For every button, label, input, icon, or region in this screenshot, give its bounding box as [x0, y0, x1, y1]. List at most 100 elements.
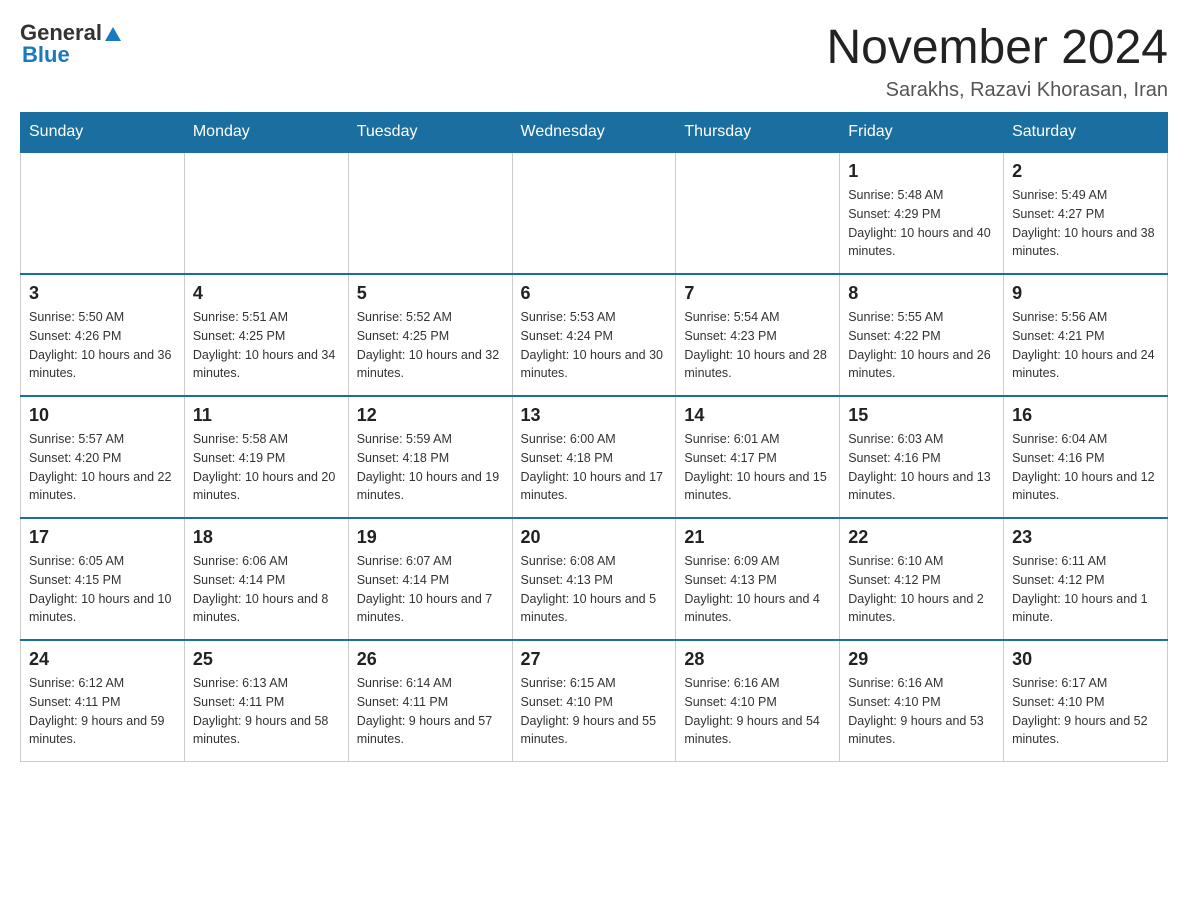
calendar-cell: 17 Sunrise: 6:05 AMSunset: 4:15 PMDayligh… — [21, 518, 185, 640]
day-info: Sunrise: 5:59 AMSunset: 4:18 PMDaylight:… — [357, 430, 504, 505]
day-info: Sunrise: 6:12 AMSunset: 4:11 PMDaylight:… — [29, 674, 176, 749]
day-info: Sunrise: 6:04 AMSunset: 4:16 PMDaylight:… — [1012, 430, 1159, 505]
calendar-cell: 30Sunrise: 6:17 AMSunset: 4:10 PMDayligh… — [1004, 640, 1168, 762]
calendar-cell: 19Sunrise: 6:07 AMSunset: 4:14 PMDayligh… — [348, 518, 512, 640]
day-number: 13 — [521, 405, 668, 426]
day-info: Sunrise: 6:14 AMSunset: 4:11 PMDaylight:… — [357, 674, 504, 749]
calendar-cell: 29 Sunrise: 6:16 AMSunset: 4:10 PMDayligh… — [840, 640, 1004, 762]
day-info: Sunrise: 6:10 AMSunset: 4:12 PMDaylight:… — [848, 552, 995, 627]
calendar-cell: 23Sunrise: 6:11 AMSunset: 4:12 PMDayligh… — [1004, 518, 1168, 640]
calendar-cell — [512, 152, 676, 274]
day-info: Sunrise: 6:13 AMSunset: 4:11 PMDaylight:… — [193, 674, 340, 749]
calendar-cell: 25 Sunrise: 6:13 AMSunset: 4:11 PMDayligh… — [184, 640, 348, 762]
calendar-cell — [348, 152, 512, 274]
day-number: 6 — [521, 283, 668, 304]
calendar-cell: 12Sunrise: 5:59 AMSunset: 4:18 PMDayligh… — [348, 396, 512, 518]
day-info: Sunrise: 5:52 AMSunset: 4:25 PMDaylight:… — [357, 308, 504, 383]
day-header-thursday: Thursday — [676, 113, 840, 153]
day-number: 10 — [29, 405, 176, 426]
day-header-sunday: Sunday — [21, 113, 185, 153]
day-number: 24 — [29, 649, 176, 670]
calendar-cell — [676, 152, 840, 274]
day-info: Sunrise: 5:57 AMSunset: 4:20 PMDaylight:… — [29, 430, 176, 505]
calendar-cell: 3 Sunrise: 5:50 AMSunset: 4:26 PMDaylight… — [21, 274, 185, 396]
day-info: Sunrise: 5:48 AMSunset: 4:29 PMDaylight:… — [848, 186, 995, 261]
page-header: General Blue November 2024 Sarakhs, Raza… — [20, 20, 1168, 102]
logo-blue: Blue — [20, 42, 70, 68]
day-info: Sunrise: 6:16 AMSunset: 4:10 PMDaylight:… — [848, 674, 995, 749]
calendar-week-row: 3 Sunrise: 5:50 AMSunset: 4:26 PMDaylight… — [21, 274, 1168, 396]
calendar-week-row: 1Sunrise: 5:48 AMSunset: 4:29 PMDaylight… — [21, 152, 1168, 274]
day-info: Sunrise: 6:09 AMSunset: 4:13 PMDaylight:… — [684, 552, 831, 627]
calendar-cell: 16 Sunrise: 6:04 AMSunset: 4:16 PMDayligh… — [1004, 396, 1168, 518]
day-info: Sunrise: 5:50 AMSunset: 4:26 PMDaylight:… — [29, 308, 176, 383]
calendar-cell — [184, 152, 348, 274]
day-header-monday: Monday — [184, 113, 348, 153]
day-header-friday: Friday — [840, 113, 1004, 153]
day-number: 7 — [684, 283, 831, 304]
day-info: Sunrise: 6:06 AMSunset: 4:14 PMDaylight:… — [193, 552, 340, 627]
day-info: Sunrise: 5:58 AMSunset: 4:19 PMDaylight:… — [193, 430, 340, 505]
day-info: Sunrise: 6:01 AMSunset: 4:17 PMDaylight:… — [684, 430, 831, 505]
day-number: 26 — [357, 649, 504, 670]
day-number: 22 — [848, 527, 995, 548]
day-number: 17 — [29, 527, 176, 548]
day-number: 14 — [684, 405, 831, 426]
day-number: 25 — [193, 649, 340, 670]
logo-triangle-icon — [104, 25, 122, 43]
day-info: Sunrise: 5:55 AMSunset: 4:22 PMDaylight:… — [848, 308, 995, 383]
day-info: Sunrise: 6:15 AMSunset: 4:10 PMDaylight:… — [521, 674, 668, 749]
calendar-cell: 6 Sunrise: 5:53 AMSunset: 4:24 PMDaylight… — [512, 274, 676, 396]
day-header-wednesday: Wednesday — [512, 113, 676, 153]
calendar-week-row: 24 Sunrise: 6:12 AMSunset: 4:11 PMDayligh… — [21, 640, 1168, 762]
location: Sarakhs, Razavi Khorasan, Iran — [826, 79, 1168, 102]
calendar-cell: 21 Sunrise: 6:09 AMSunset: 4:13 PMDayligh… — [676, 518, 840, 640]
day-number: 23 — [1012, 527, 1159, 548]
calendar-cell: 13 Sunrise: 6:00 AMSunset: 4:18 PMDayligh… — [512, 396, 676, 518]
day-number: 30 — [1012, 649, 1159, 670]
day-number: 15 — [848, 405, 995, 426]
day-header-saturday: Saturday — [1004, 113, 1168, 153]
day-header-tuesday: Tuesday — [348, 113, 512, 153]
day-info: Sunrise: 6:05 AMSunset: 4:15 PMDaylight:… — [29, 552, 176, 627]
day-info: Sunrise: 6:03 AMSunset: 4:16 PMDaylight:… — [848, 430, 995, 505]
calendar-cell: 7 Sunrise: 5:54 AMSunset: 4:23 PMDaylight… — [676, 274, 840, 396]
day-info: Sunrise: 6:16 AMSunset: 4:10 PMDaylight:… — [684, 674, 831, 749]
title-section: November 2024 Sarakhs, Razavi Khorasan, … — [826, 20, 1168, 102]
day-info: Sunrise: 5:53 AMSunset: 4:24 PMDaylight:… — [521, 308, 668, 383]
day-number: 21 — [684, 527, 831, 548]
calendar-cell: 5 Sunrise: 5:52 AMSunset: 4:25 PMDaylight… — [348, 274, 512, 396]
day-number: 11 — [193, 405, 340, 426]
day-number: 18 — [193, 527, 340, 548]
month-title: November 2024 — [826, 20, 1168, 75]
calendar-cell: 1Sunrise: 5:48 AMSunset: 4:29 PMDaylight… — [840, 152, 1004, 274]
calendar-cell: 9Sunrise: 5:56 AMSunset: 4:21 PMDaylight… — [1004, 274, 1168, 396]
calendar-cell: 4Sunrise: 5:51 AMSunset: 4:25 PMDaylight… — [184, 274, 348, 396]
calendar-cell: 10 Sunrise: 5:57 AMSunset: 4:20 PMDayligh… — [21, 396, 185, 518]
calendar-cell — [21, 152, 185, 274]
calendar-cell: 26 Sunrise: 6:14 AMSunset: 4:11 PMDayligh… — [348, 640, 512, 762]
day-number: 3 — [29, 283, 176, 304]
logo: General Blue — [20, 20, 122, 68]
day-number: 16 — [1012, 405, 1159, 426]
calendar-table: SundayMondayTuesdayWednesdayThursdayFrid… — [20, 112, 1168, 762]
calendar-cell: 24 Sunrise: 6:12 AMSunset: 4:11 PMDayligh… — [21, 640, 185, 762]
calendar-cell: 18 Sunrise: 6:06 AMSunset: 4:14 PMDayligh… — [184, 518, 348, 640]
day-number: 28 — [684, 649, 831, 670]
day-info: Sunrise: 6:00 AMSunset: 4:18 PMDaylight:… — [521, 430, 668, 505]
calendar-week-row: 17 Sunrise: 6:05 AMSunset: 4:15 PMDayligh… — [21, 518, 1168, 640]
day-info: Sunrise: 5:54 AMSunset: 4:23 PMDaylight:… — [684, 308, 831, 383]
day-number: 20 — [521, 527, 668, 548]
calendar-cell: 14 Sunrise: 6:01 AMSunset: 4:17 PMDayligh… — [676, 396, 840, 518]
day-info: Sunrise: 5:56 AMSunset: 4:21 PMDaylight:… — [1012, 308, 1159, 383]
day-number: 29 — [848, 649, 995, 670]
calendar-cell: 15 Sunrise: 6:03 AMSunset: 4:16 PMDayligh… — [840, 396, 1004, 518]
day-number: 5 — [357, 283, 504, 304]
calendar-cell: 11 Sunrise: 5:58 AMSunset: 4:19 PMDayligh… — [184, 396, 348, 518]
calendar-cell: 8Sunrise: 5:55 AMSunset: 4:22 PMDaylight… — [840, 274, 1004, 396]
calendar-cell: 20 Sunrise: 6:08 AMSunset: 4:13 PMDayligh… — [512, 518, 676, 640]
day-number: 2 — [1012, 161, 1159, 182]
calendar-cell: 28 Sunrise: 6:16 AMSunset: 4:10 PMDayligh… — [676, 640, 840, 762]
calendar-header-row: SundayMondayTuesdayWednesdayThursdayFrid… — [21, 113, 1168, 153]
day-info: Sunrise: 6:08 AMSunset: 4:13 PMDaylight:… — [521, 552, 668, 627]
